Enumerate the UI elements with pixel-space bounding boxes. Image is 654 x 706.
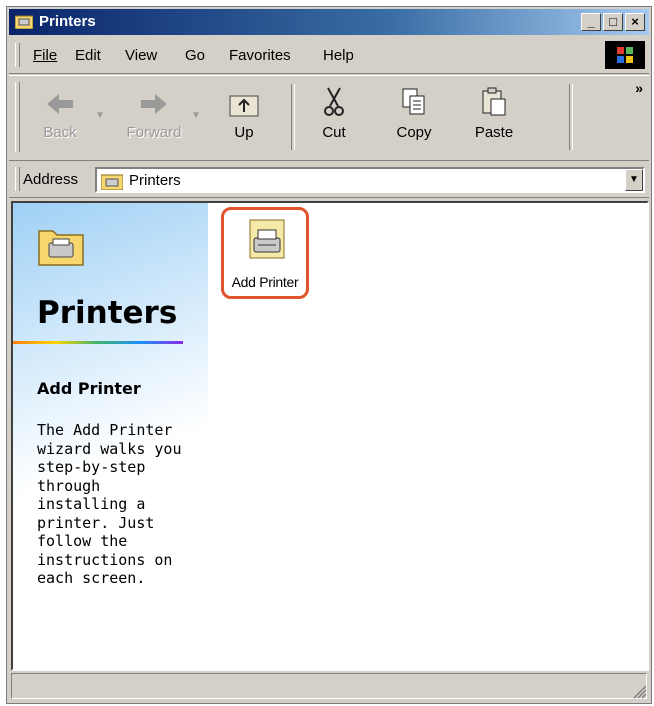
cut-button[interactable]: Cut: [299, 82, 369, 152]
menubar-grip[interactable]: [15, 43, 20, 67]
title-bar[interactable]: Printers _ □ ×: [9, 9, 649, 35]
web-view-pane: Printers Add Printer The Add Printer wiz…: [13, 203, 208, 669]
title-divider: [13, 341, 183, 344]
windows-logo-icon: [605, 41, 645, 69]
up-button[interactable]: Up: [209, 82, 279, 152]
add-printer-icon: [249, 219, 285, 259]
printers-folder-icon: [38, 230, 84, 266]
menu-file[interactable]: File: [33, 47, 57, 64]
resize-grip-icon[interactable]: [633, 685, 647, 699]
forward-arrow-icon: [141, 94, 167, 114]
back-label: Back: [43, 124, 77, 141]
menu-go[interactable]: Go: [185, 47, 205, 64]
toolbar-chevron-icon[interactable]: »: [635, 80, 643, 96]
back-dropdown-icon[interactable]: ▼: [95, 110, 105, 121]
printers-window: Printers _ □ × File Edit View Go Favorit…: [6, 6, 652, 704]
back-button[interactable]: Back: [25, 82, 95, 152]
paste-button[interactable]: Paste: [459, 82, 529, 152]
status-bar: [9, 671, 649, 701]
up-label: Up: [234, 124, 254, 141]
paste-label: Paste: [474, 124, 514, 141]
address-bar: Address Printers ▼: [9, 161, 649, 198]
paste-icon: [482, 87, 506, 116]
toolbar-separator: [569, 84, 573, 150]
toolbar-separator: [291, 84, 295, 150]
add-printer-item[interactable]: Add Printer: [221, 207, 309, 299]
copy-button[interactable]: Copy: [379, 82, 449, 152]
menu-help[interactable]: Help: [323, 47, 354, 64]
toolbar-grip[interactable]: [15, 82, 20, 152]
menu-view[interactable]: View: [125, 47, 157, 64]
address-value: Printers: [129, 172, 181, 189]
addressbar-grip[interactable]: [15, 167, 20, 191]
address-dropdown-button[interactable]: ▼: [625, 169, 643, 191]
standard-toolbar: Back ▼ Forward ▼ Up Cut Copy Paste »: [9, 75, 649, 161]
close-button[interactable]: ×: [625, 13, 645, 31]
forward-label: Forward: [126, 124, 182, 141]
maximize-button[interactable]: □: [603, 13, 623, 31]
window-title: Printers: [39, 13, 96, 30]
scissors-icon: [324, 87, 344, 116]
printers-folder-icon: [15, 15, 33, 29]
menu-favorites[interactable]: Favorites: [229, 47, 291, 64]
address-field[interactable]: Printers ▼: [95, 167, 645, 193]
forward-dropdown-icon[interactable]: ▼: [191, 110, 201, 121]
pane-title: Printers: [37, 295, 178, 331]
up-folder-icon: [229, 95, 259, 117]
copy-label: Copy: [396, 124, 432, 141]
status-field: [11, 673, 647, 699]
copy-icon: [402, 88, 425, 115]
minimize-button[interactable]: _: [581, 13, 601, 31]
cut-label: Cut: [322, 124, 346, 141]
forward-button[interactable]: Forward: [119, 82, 189, 152]
menu-bar: File Edit View Go Favorites Help: [9, 37, 649, 74]
add-printer-label: Add Printer: [231, 274, 299, 290]
menu-edit[interactable]: Edit: [75, 47, 101, 64]
address-label: Address: [23, 171, 79, 188]
pane-description: The Add Printer wizard walks you step-by…: [37, 421, 182, 587]
back-arrow-icon: [47, 94, 73, 114]
folder-content: Printers Add Printer The Add Printer wiz…: [11, 201, 649, 671]
pane-heading: Add Printer: [37, 379, 141, 398]
printers-folder-icon: [101, 174, 123, 190]
